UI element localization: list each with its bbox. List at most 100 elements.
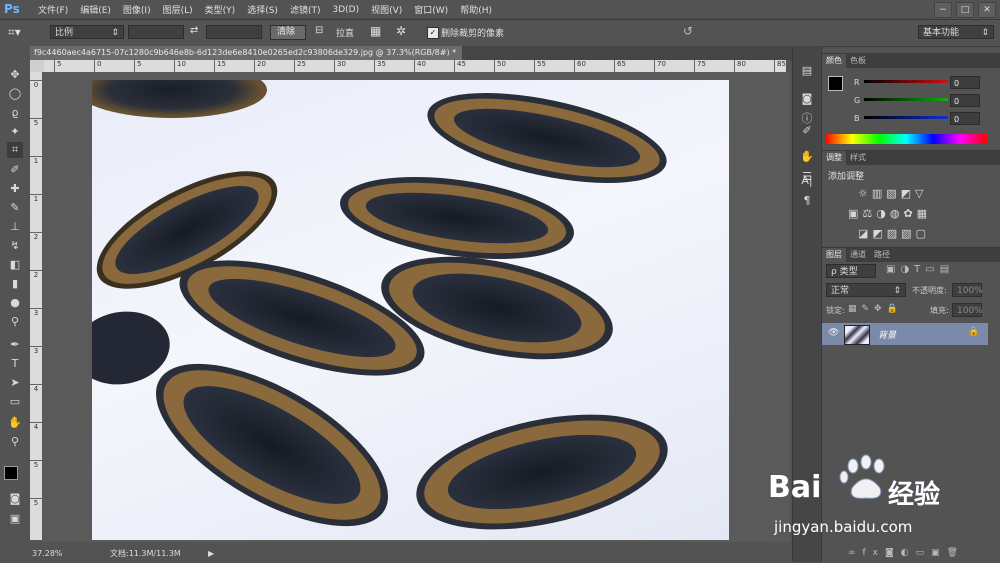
fill-field[interactable]: 100% — [952, 303, 983, 317]
tab-layers[interactable]: 图层 — [822, 248, 846, 262]
screen-mode-icon[interactable]: ▣ — [7, 510, 23, 526]
minimize-button[interactable]: − — [934, 2, 952, 18]
lock-label: 锁定: — [826, 306, 845, 315]
ruler-tick-h: 30 — [334, 60, 346, 72]
ruler-tick-v: 3 — [30, 308, 42, 317]
quick-mask-icon[interactable]: ◙ — [7, 490, 23, 506]
menu-image[interactable]: 图像(I) — [117, 3, 157, 16]
menu-help[interactable]: 帮助(H) — [454, 3, 498, 16]
magic-wand-tool-icon[interactable]: ✦ — [7, 123, 23, 139]
gradient-tool-icon[interactable]: ▮ — [7, 275, 23, 291]
channel-r-value[interactable]: 0 — [950, 76, 980, 89]
eraser-tool-icon[interactable]: ◧ — [7, 256, 23, 272]
status-menu-arrow-icon[interactable]: ▶ — [208, 546, 214, 562]
delete-cropped-checkbox[interactable]: ✓ — [427, 27, 439, 39]
reset-icon[interactable]: ↺ — [683, 24, 697, 38]
lock-icons[interactable]: ▦✎✥🔒 — [848, 304, 903, 314]
menu-window[interactable]: 窗口(W) — [408, 3, 454, 16]
channel-g-value[interactable]: 0 — [950, 94, 980, 107]
watermark-brand-left: Bai — [768, 470, 822, 505]
menu-layer[interactable]: 图层(L) — [157, 3, 199, 16]
hand-tool-icon[interactable]: ✋ — [7, 414, 23, 430]
straighten-icon[interactable]: ⊟ — [315, 25, 329, 36]
menu-3d[interactable]: 3D(D) — [326, 5, 365, 15]
menu-edit[interactable]: 编辑(E) — [74, 3, 117, 16]
channel-b-slider[interactable] — [864, 116, 948, 119]
menu-type[interactable]: 类型(Y) — [199, 3, 242, 16]
dodge-tool-icon[interactable]: ⚲ — [7, 313, 23, 329]
brush-presets-panel-icon[interactable]: ✐ — [799, 124, 815, 138]
clone-stamp-tool-icon[interactable]: ⊥ — [7, 218, 23, 234]
layer-filter-select[interactable]: ρ 类型 — [826, 264, 876, 278]
overlay-grid-icon[interactable]: ▦ — [370, 24, 384, 38]
properties-panel-icon[interactable]: ◙ — [799, 92, 815, 106]
brush-tool-icon[interactable]: ✎ — [7, 199, 23, 215]
history-brush-tool-icon[interactable]: ↯ — [7, 237, 23, 253]
width-field[interactable] — [128, 25, 184, 39]
menu-filter[interactable]: 滤镜(T) — [284, 3, 327, 16]
history-panel-icon[interactable]: ▤ — [799, 64, 815, 78]
ruler-tick-v: 0 — [30, 80, 42, 89]
tab-styles[interactable]: 样式 — [846, 151, 870, 165]
layer-row-background[interactable]: 👁 背景 🔒 — [822, 323, 988, 345]
document-tab[interactable]: f9c4460aec4a6715-07c1280c9b646e8b-6d123d… — [30, 46, 462, 60]
tab-paths[interactable]: 路径 — [870, 248, 894, 262]
layer-name[interactable]: 背景 — [878, 328, 896, 341]
type-tool-icon[interactable]: T — [7, 355, 23, 371]
channel-g-slider[interactable] — [864, 98, 948, 101]
ruler-tick-h: 45 — [454, 60, 466, 72]
ratio-select-value: 比例 — [55, 28, 74, 38]
paragraph-panel-icon[interactable]: ¶ — [799, 194, 815, 208]
color-foreground-swatch[interactable] — [828, 76, 843, 91]
channel-r-label: R — [854, 78, 860, 87]
close-button[interactable]: ✕ — [978, 2, 996, 18]
foreground-color-swatch[interactable] — [4, 466, 18, 480]
adjustment-icons-row-2[interactable]: ▣⚖◑◍✿▦ — [848, 207, 988, 220]
document-image[interactable] — [92, 80, 729, 540]
channel-b-value[interactable]: 0 — [950, 112, 980, 125]
adjustment-icons-row-3[interactable]: ◪◩▨▧▢ — [858, 227, 988, 240]
seed-pods-photo — [92, 80, 668, 530]
gear-icon[interactable]: ✲ — [396, 24, 410, 38]
healing-brush-tool-icon[interactable]: ✚ — [7, 180, 23, 196]
color-spectrum-ramp[interactable] — [825, 134, 987, 144]
maximize-button[interactable]: □ — [956, 2, 974, 18]
height-field[interactable] — [206, 25, 262, 39]
tab-adjustments[interactable]: 调整 — [822, 151, 846, 165]
crop-tool-preset-icon[interactable]: ⌗▾ — [8, 25, 38, 41]
tab-channels[interactable]: 通道 — [846, 248, 870, 262]
channel-r-slider[interactable] — [864, 80, 948, 83]
layer-filter-icons[interactable]: ▣◑T▭▤ — [886, 264, 954, 275]
tab-color[interactable]: 颜色 — [822, 54, 846, 68]
move-tool-icon[interactable]: ✥ — [7, 66, 23, 82]
opacity-field[interactable]: 100% — [952, 283, 983, 297]
blur-tool-icon[interactable]: ● — [7, 294, 23, 310]
brush-panel-icon[interactable]: ✋ — [799, 150, 815, 164]
character-panel-icon[interactable]: A| — [799, 174, 815, 188]
workspace-select[interactable]: 基本功能 ⇕ — [918, 25, 994, 39]
zoom-level[interactable]: 37.28% — [32, 546, 63, 562]
layers-bottom-icons[interactable]: ∞fx◙◐▭▣🗑 — [848, 548, 988, 558]
adjustment-icons-row-1[interactable]: ☼▥▧◩▽ — [858, 187, 988, 200]
marquee-tool-icon[interactable]: ◯ — [7, 85, 23, 101]
menu-file[interactable]: 文件(F) — [32, 3, 74, 16]
clear-button[interactable]: 清除 — [270, 25, 306, 40]
menu-select[interactable]: 选择(S) — [241, 3, 284, 16]
menu-view[interactable]: 视图(V) — [365, 3, 408, 16]
document-tab-title: f9c4460aec4a6715-07c1280c9b646e8b-6d123d… — [34, 48, 457, 57]
ruler-tick-v: 5 — [30, 460, 42, 469]
eyedropper-tool-icon[interactable]: ✐ — [7, 161, 23, 177]
swap-icon[interactable]: ⇄ — [190, 25, 202, 36]
ratio-select[interactable]: 比例 ⇕ — [50, 25, 124, 39]
path-selection-tool-icon[interactable]: ➤ — [7, 374, 23, 390]
layer-visibility-eye-icon[interactable]: 👁 — [828, 328, 839, 338]
tab-swatches[interactable]: 色板 — [846, 54, 870, 68]
ruler-tick-h: 20 — [254, 60, 266, 72]
rectangle-tool-icon[interactable]: ▭ — [7, 393, 23, 409]
zoom-tool-icon[interactable]: ⚲ — [7, 433, 23, 449]
blend-mode-select[interactable]: 正常 ⇕ — [826, 283, 906, 297]
pen-tool-icon[interactable]: ✒ — [7, 336, 23, 352]
crop-tool-icon[interactable]: ⌗ — [7, 142, 23, 158]
lasso-tool-icon[interactable]: ϱ — [7, 104, 23, 120]
ruler-tick-h: 65 — [614, 60, 626, 72]
